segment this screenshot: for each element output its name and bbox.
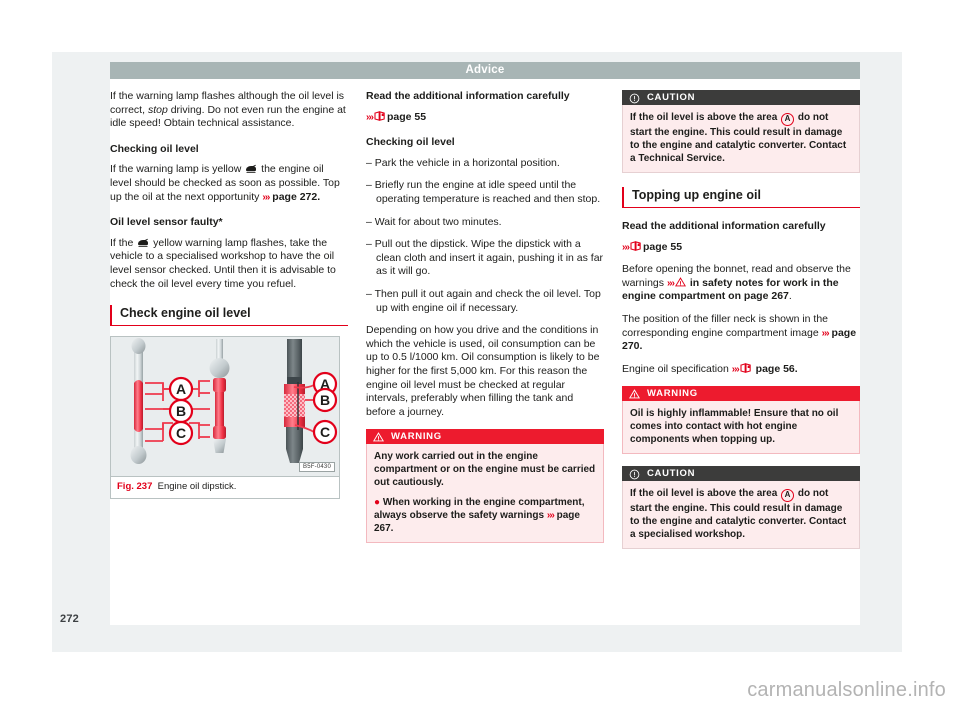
step-text: Briefly run the engine at idle speed unt… (374, 179, 601, 205)
sensor-faulty-paragraph: If the yellow warning lamp flashes, take… (110, 237, 348, 291)
figure-label-C2: C (320, 424, 330, 440)
step-text: Wait for about two minutes. (374, 215, 502, 228)
bullet-marker: ● (374, 497, 381, 509)
figure-caption-text: Engine oil dipstick. (157, 481, 237, 493)
step-item: – Wait for about two minutes. (366, 215, 502, 228)
intro-paragraph: If the warning lamp flashes although the… (110, 90, 348, 131)
warning-box-text: Oil is highly inflammable! Ensure that n… (630, 408, 839, 446)
read-info-page-middle: page 55 (387, 110, 427, 123)
left-column: If the warning lamp flashes although the… (110, 90, 348, 561)
exclamation-circle-icon (629, 93, 640, 103)
caution-box-oil-level-top: CAUTION If the oil level is above the ar… (622, 90, 860, 173)
oil-lamp-icon (137, 238, 149, 247)
warning-triangle-icon (372, 431, 385, 442)
warning-box-text: Any work carried out in the engine compa… (374, 451, 596, 489)
step-item: – Briefly run the engine at idle speed u… (366, 179, 601, 205)
page-arrow: ››› (821, 327, 830, 339)
warning-box-oil-inflammable: WARNING Oil is highly inflammable! Ensur… (622, 386, 860, 455)
section-title-topping-up-engine-oil: Topping up engine oil (622, 187, 860, 208)
book-icon (740, 362, 752, 373)
checking-oil-level-paragraph: If the warning lamp is yellow the engine… (110, 163, 348, 204)
section-title-check-engine-oil-level: Check engine oil level (110, 305, 348, 327)
figure-image: A B C A B C B5F-0430 (111, 337, 339, 477)
read-info-page-right: page 55 (643, 240, 683, 253)
warning-box-engine-compartment: WARNING Any work carried out in the engi… (366, 429, 604, 544)
step-text: Park the vehicle in a horizontal positio… (374, 156, 560, 169)
heading-read-additional-info-right: Read the additional information carefull… (622, 220, 826, 232)
heading-read-additional-info-middle: Read the additional information carefull… (366, 90, 570, 102)
caution-box-header: CAUTION (622, 466, 860, 482)
heading-checking-oil-level-middle: Checking oil level (366, 136, 455, 149)
caution-box-body: If the oil level is above the area A do … (622, 481, 860, 550)
middle-column: Read the additional information carefull… (366, 90, 604, 561)
spec-part2: page 56. (752, 362, 798, 375)
heading-oil-level-sensor-faulty: Oil level sensor faulty* (110, 216, 223, 229)
checking-page-ref: page 272. (269, 190, 321, 203)
dipstick-illustration: A B C A B C (111, 337, 339, 477)
caution-box-oil-level-bottom: CAUTION If the oil level is above the ar… (622, 466, 860, 550)
read-info-page-ref-right: ››› page 55 (622, 241, 860, 255)
step-item: – Pull out the dipstick. Wipe the dipsti… (366, 238, 604, 278)
caution-box-text: If the oil level is above the area A do … (630, 111, 852, 165)
page-arrow: ››› (731, 363, 740, 375)
page-arrow: ››› (622, 241, 630, 253)
watermark: carmanualsonline.info (747, 679, 946, 701)
step-text: Then pull it out again and check the oil… (374, 287, 601, 314)
warning-box-label: WARNING (647, 388, 698, 400)
figure-number: Fig. 237 (117, 481, 153, 493)
figure-label-B: B (176, 403, 186, 419)
read-info-page-ref-middle: ››› page 55 (366, 111, 604, 125)
figure-label-C: C (176, 425, 186, 441)
warning-box-body: Any work carried out in the engine compa… (366, 444, 604, 544)
page-arrow: ››› (666, 277, 675, 289)
filler-neck-paragraph: The position of the filler neck is shown… (622, 313, 860, 354)
warning-triangle-icon (628, 388, 641, 399)
spec-part1: Engine oil specification (622, 362, 732, 375)
figure-engine-oil-dipstick: A B C A B C B5F-0430 Fig. 237 Engine oil… (110, 336, 340, 500)
caution-box-label: CAUTION (647, 92, 696, 103)
circled-label-A: A (781, 489, 795, 503)
caution-box-text: If the oil level is above the area A do … (630, 487, 852, 541)
page-header-title: Advice (465, 64, 505, 76)
bonnet-part3: . (788, 290, 792, 303)
heading-checking-oil-level-left: Checking oil level (110, 142, 199, 155)
filler-part1: The position of the filler neck is shown… (622, 312, 829, 339)
intro-italic-stop: stop (147, 103, 168, 116)
page-number: 272 (60, 613, 79, 625)
caution-box-header: CAUTION (622, 90, 860, 105)
warning-box-bullet: ● When working in the engine compartment… (374, 496, 596, 535)
sensor-part1: If the (110, 236, 137, 249)
step-item: – Then pull it out again and check the o… (366, 287, 601, 314)
page-header-bar: Advice (110, 62, 860, 79)
warning-box-header: WARNING (622, 386, 860, 402)
caution-text-part1: If the oil level is above the area (630, 488, 781, 500)
step-item: – Park the vehicle in a horizontal posit… (366, 156, 560, 169)
caution-box-body: If the oil level is above the area A do … (622, 105, 860, 173)
step-text: Pull out the dipstick. Wipe the dipstick… (374, 238, 604, 278)
warning-box-body: Oil is highly inflammable! Ensure that n… (622, 401, 860, 455)
figure-label-A: A (176, 381, 186, 397)
book-icon (374, 110, 386, 121)
checking-part1: If the warning lamp is yellow (110, 163, 245, 176)
oil-consumption-paragraph: Depending on how you drive and the condi… (366, 324, 600, 418)
oil-lamp-icon (245, 164, 257, 174)
figure-caption: Fig. 237 Engine oil dipstick. (111, 476, 339, 498)
caution-text-part1: If the oil level is above the area (630, 112, 781, 123)
figure-code: B5F-0430 (299, 462, 335, 473)
page-content-area: Advice If the warning lamp flashes altho… (110, 62, 860, 625)
exclamation-circle-icon (629, 469, 640, 480)
page-arrow: ››› (546, 510, 555, 522)
book-icon (630, 240, 642, 251)
right-column: CAUTION If the oil level is above the ar… (622, 90, 860, 561)
figure-label-B2: B (320, 392, 330, 408)
oil-spec-paragraph: Engine oil specification ››› page 56. (622, 363, 860, 377)
three-column-body: If the warning lamp flashes although the… (110, 90, 860, 561)
warning-box-header: WARNING (366, 429, 604, 445)
warning-triangle-icon (674, 276, 687, 287)
page-arrow: ››› (366, 111, 374, 123)
warning-box-label: WARNING (391, 431, 442, 443)
bonnet-paragraph: Before opening the bonnet, read and obse… (622, 263, 860, 304)
circled-label-A: A (781, 113, 795, 126)
caution-box-label: CAUTION (647, 468, 696, 480)
